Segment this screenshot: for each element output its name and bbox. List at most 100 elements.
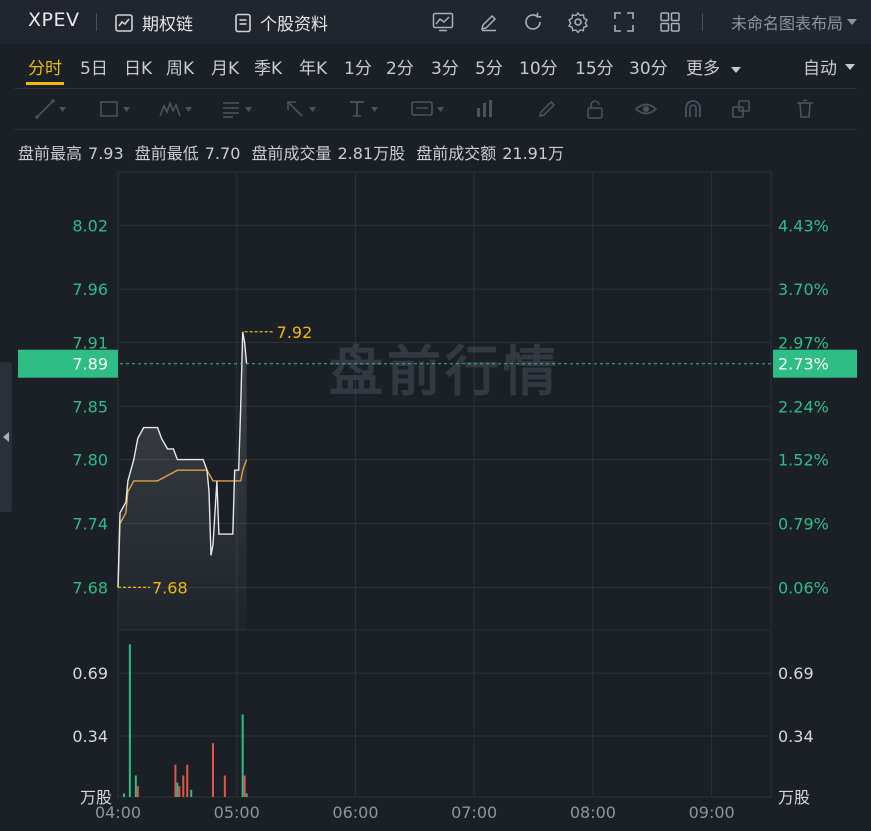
- bar-pattern-tool[interactable]: [474, 97, 496, 121]
- brush-tool[interactable]: [536, 97, 558, 121]
- pct-tick-label: 1.52%: [778, 451, 829, 470]
- grid-layout-icon[interactable]: [657, 9, 683, 35]
- price-tick-label: 7.91: [72, 333, 108, 352]
- time-tick-label: 06:00: [332, 803, 378, 822]
- volume-bar: [134, 775, 137, 797]
- document-icon: [235, 13, 251, 32]
- text-tool[interactable]: [346, 97, 378, 121]
- pct-tick-label: 0.79%: [778, 514, 829, 533]
- high-marker-label: 7.92: [277, 323, 313, 342]
- price-tick-label: 7.74: [72, 514, 108, 533]
- period-tab-5[interactable]: 季K: [254, 54, 282, 79]
- price-tick-label: 7.80: [72, 451, 108, 470]
- volume-bar: [211, 743, 214, 797]
- period-tab-8[interactable]: 2分: [386, 54, 414, 79]
- more-label: 更多: [686, 59, 720, 79]
- volume-bar: [176, 782, 179, 797]
- caret-down-icon: [847, 19, 857, 25]
- period-tab-0[interactable]: 分时: [28, 54, 62, 79]
- intraday-chart[interactable]: 盘前行情 8.02 7.96 7.91 7.85 7.80 7.74 7.68 4.43% 3.7…: [0, 168, 871, 831]
- caret-down-icon: [245, 106, 252, 112]
- period-bar: 更多 自动 分时 5日 日K 周K 月K 季K 年K 1分 2分 3分 5分 10分 15分 30分: [0, 44, 871, 88]
- period-tab-6[interactable]: 年K: [299, 54, 327, 79]
- indicator-icon[interactable]: [430, 9, 456, 35]
- amount-value: 21.91万: [502, 144, 565, 163]
- eye-icon: [634, 103, 658, 115]
- caret-down-icon: [309, 106, 316, 112]
- divider: [702, 13, 703, 31]
- plot-area: [117, 171, 772, 798]
- low-label: 盘前最低: [134, 144, 199, 163]
- period-tab-4[interactable]: 月K: [211, 54, 239, 79]
- high-value: 7.93: [88, 144, 124, 163]
- side-panel-toggle[interactable]: [0, 362, 12, 512]
- volume-bar: [223, 775, 226, 797]
- label-tool[interactable]: [410, 97, 444, 121]
- stock-info-button[interactable]: 个股资料: [234, 10, 328, 35]
- period-tab-3[interactable]: 周K: [166, 54, 194, 79]
- magnet-icon: [685, 100, 701, 117]
- period-tab-13[interactable]: 30分: [629, 54, 668, 79]
- visibility-tool[interactable]: [634, 97, 658, 121]
- rectangle-icon: [100, 101, 118, 117]
- fullscreen-icon[interactable]: [611, 9, 637, 35]
- brush-icon: [538, 100, 556, 118]
- delete-tool[interactable]: [794, 97, 816, 121]
- caret-down-icon: [59, 106, 66, 112]
- pencil-icon[interactable]: [476, 9, 502, 35]
- volume-bar: [136, 786, 139, 797]
- lock-tool[interactable]: [584, 97, 606, 121]
- rectangle-tool[interactable]: [98, 97, 130, 121]
- volume-label: 盘前成交量: [251, 144, 332, 163]
- layers-tool[interactable]: [730, 97, 752, 121]
- period-tab-9[interactable]: 3分: [431, 54, 459, 79]
- divider: [96, 13, 97, 31]
- auto-dropdown[interactable]: 自动: [803, 54, 855, 79]
- stock-info-label: 个股资料: [260, 15, 328, 35]
- period-tab-10[interactable]: 5分: [475, 54, 503, 79]
- volume-bar: [122, 793, 125, 797]
- magnet-tool[interactable]: [682, 97, 704, 121]
- wave-tool[interactable]: [158, 97, 192, 121]
- fib-tool[interactable]: [220, 97, 252, 121]
- premarket-info: 盘前最高 7.93 盘前最低 7.70 盘前成交量 2.81万股 盘前成交额 21.91…: [18, 140, 570, 164]
- top-bar: XPEV 期权链 个股资料 未命名图表布局: [0, 0, 871, 45]
- layout-name: 未命名图表布局: [730, 14, 843, 33]
- low-marker-label: 7.68: [152, 578, 188, 597]
- refresh-icon[interactable]: [520, 9, 546, 35]
- current-price-tag-label: 7.89: [72, 355, 108, 374]
- caret-down-icon: [731, 67, 742, 73]
- volume-tick-label: 0.34: [72, 727, 108, 746]
- volume-bar: [241, 714, 244, 797]
- trash-icon: [797, 99, 813, 118]
- period-tab-12[interactable]: 15分: [575, 54, 614, 79]
- watermark: 盘前行情: [329, 340, 561, 403]
- arrow-tool[interactable]: [284, 97, 316, 121]
- more-periods-button[interactable]: 更多: [686, 54, 742, 79]
- layers-icon: [732, 100, 750, 118]
- period-tab-7[interactable]: 1分: [344, 54, 372, 79]
- layout-dropdown[interactable]: 未命名图表布局: [731, 10, 857, 34]
- symbol-title[interactable]: XPEV: [28, 9, 79, 31]
- active-period-underline: [26, 82, 64, 85]
- period-tab-1[interactable]: 5日: [80, 54, 108, 79]
- volume-bar: [186, 764, 189, 797]
- pct-tick-label: 3.70%: [778, 280, 829, 299]
- trend-line-tool[interactable]: [34, 97, 66, 121]
- time-tick-label: 05:00: [214, 803, 260, 822]
- drawing-toolbar: [14, 88, 857, 130]
- volume-tick-label-right: 0.69: [778, 664, 814, 683]
- price-tick-label: 7.68: [72, 578, 108, 597]
- period-tab-2[interactable]: 日K: [124, 54, 152, 79]
- pct-tick-label: 4.43%: [778, 216, 829, 235]
- period-tab-11[interactable]: 10分: [519, 54, 558, 79]
- caret-down-icon: [437, 106, 444, 112]
- volume-bar: [245, 793, 248, 797]
- volume-bar: [174, 764, 177, 797]
- line-icon: [35, 99, 55, 119]
- gear-icon[interactable]: [565, 9, 591, 35]
- caret-down-icon: [123, 106, 130, 112]
- options-chain-button[interactable]: 期权链: [114, 10, 193, 35]
- lock-icon: [587, 100, 603, 119]
- bar-chart-icon: [477, 100, 492, 117]
